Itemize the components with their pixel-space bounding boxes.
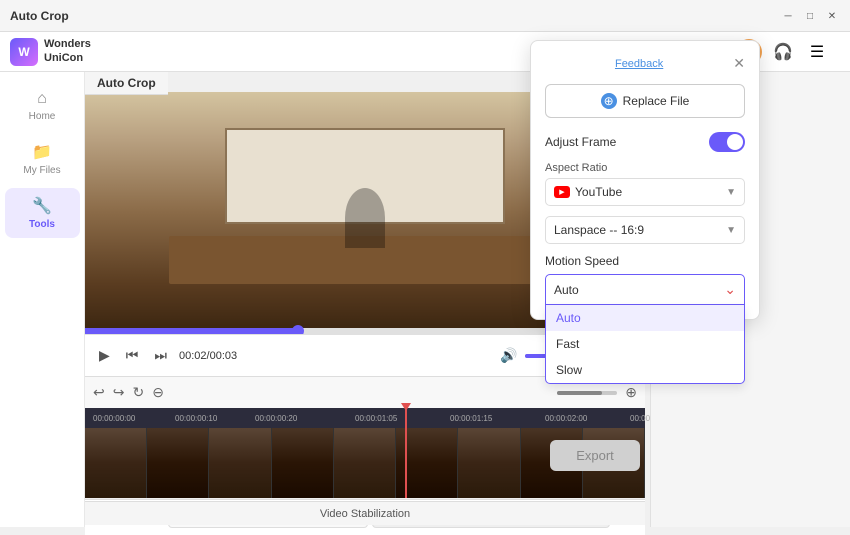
- film-frame-4: [272, 428, 334, 498]
- feedback-bar: Feedback ✕: [545, 55, 745, 72]
- refresh-button[interactable]: ↻: [132, 384, 144, 401]
- close-window-button[interactable]: ✕: [824, 8, 840, 24]
- plus-icon: ⊕: [601, 93, 617, 109]
- youtube-icon: [554, 186, 570, 198]
- aspect-ratio-label: Aspect Ratio: [545, 162, 745, 174]
- app-logo: W Wonders UniCon: [10, 38, 95, 66]
- ruler-label-0: 00:00:00:00: [93, 414, 135, 423]
- replace-file-label: Replace File: [623, 94, 690, 108]
- tools-icon: 🔧: [32, 196, 52, 216]
- window-title: Auto Crop: [10, 9, 69, 23]
- motion-speed-value: Auto: [554, 283, 579, 297]
- bottom-label-text: Video Stabilization: [320, 508, 410, 520]
- aspect-ratio-dropdown[interactable]: YouTube ▼: [545, 178, 745, 206]
- zoom-out-button[interactable]: ⊖: [152, 384, 164, 401]
- timeline-ruler: 00:00:00:00 00:00:00:10 00:00:00:20 00:0…: [85, 408, 645, 428]
- landscape-label: Lanspace -- 16:9: [554, 223, 644, 237]
- feedback-link[interactable]: Feedback: [615, 58, 663, 70]
- motion-speed-trigger[interactable]: Auto ⌄: [545, 274, 745, 305]
- sidebar-item-tools-label: Tools: [29, 219, 55, 230]
- adjust-frame-row: Adjust Frame: [545, 132, 745, 152]
- headphone-icon-button[interactable]: 🎧: [770, 39, 796, 65]
- maximize-button[interactable]: □: [802, 8, 818, 24]
- export-button[interactable]: Export: [550, 440, 640, 471]
- toggle-knob: [727, 134, 743, 150]
- ruler-label-1: 00:00:00:10: [175, 414, 217, 423]
- myfiles-icon: 📁: [32, 142, 52, 162]
- motion-speed-chevron: ⌄: [724, 281, 736, 298]
- film-frame-3: [209, 428, 271, 498]
- prev-frame-button[interactable]: ⏮: [122, 345, 143, 366]
- bottom-label-bar: Video Stabilization: [85, 501, 645, 525]
- sidebar-item-myfiles[interactable]: 📁 My Files: [5, 134, 80, 184]
- redo-button[interactable]: ↪: [113, 384, 125, 401]
- ruler-label-2: 00:00:00:20: [255, 414, 297, 423]
- next-frame-button[interactable]: ⏭: [150, 345, 171, 366]
- film-frame-7: [458, 428, 520, 498]
- sidebar-item-home[interactable]: ⌂ Home: [5, 82, 80, 130]
- film-frame-5: [334, 428, 396, 498]
- ruler-label-5: 00:00:02:00: [545, 414, 587, 423]
- playhead[interactable]: [405, 408, 407, 498]
- sidebar-item-myfiles-label: My Files: [23, 165, 60, 176]
- speed-option-auto[interactable]: Auto: [546, 305, 744, 331]
- zoom-in-button[interactable]: ⊕: [625, 384, 637, 401]
- home-icon: ⌂: [37, 90, 47, 108]
- film-frame-1: [85, 428, 147, 498]
- minimize-button[interactable]: ─: [780, 8, 796, 24]
- film-frame-2: [147, 428, 209, 498]
- replace-file-button[interactable]: ⊕ Replace File: [545, 84, 745, 118]
- ruler-label-3: 00:00:01:05: [355, 414, 397, 423]
- sidebar-item-home-label: Home: [29, 111, 56, 122]
- menu-button[interactable]: ☰: [804, 39, 830, 65]
- sidebar: ⌂ Home 📁 My Files 🔧 Tools: [0, 72, 85, 527]
- logo-icon: W: [10, 38, 38, 66]
- aspect-ratio-section: Aspect Ratio YouTube ▼: [545, 162, 745, 206]
- auto-crop-panel: Feedback ✕ ⊕ Replace File Adjust Frame A…: [530, 40, 760, 320]
- landscape-chevron: ▼: [726, 225, 736, 236]
- motion-speed-section: Motion Speed Auto ⌄ Auto Fast Slow: [545, 254, 745, 305]
- landscape-section: Lanspace -- 16:9 ▼: [545, 216, 745, 244]
- zoom-slider[interactable]: [557, 391, 617, 395]
- speed-option-fast[interactable]: Fast: [546, 331, 744, 357]
- ruler-label-4: 00:00:01:15: [450, 414, 492, 423]
- undo-button[interactable]: ↩: [93, 384, 105, 401]
- play-button[interactable]: ▶: [95, 345, 114, 366]
- sidebar-item-tools[interactable]: 🔧 Tools: [5, 188, 80, 238]
- volume-icon-button[interactable]: 🔊: [496, 345, 521, 366]
- app-name: Wonders UniCon: [44, 38, 91, 64]
- youtube-label: YouTube: [575, 185, 622, 199]
- motion-speed-dropdown-open: Auto ⌄ Auto Fast Slow: [545, 274, 745, 305]
- time-display: 00:02/00:03: [179, 350, 237, 362]
- landscape-dropdown[interactable]: Lanspace -- 16:9 ▼: [545, 216, 745, 244]
- close-panel-button[interactable]: ✕: [733, 55, 745, 72]
- motion-speed-dropdown-list: Auto Fast Slow: [545, 305, 745, 384]
- panel-title: Auto Crop: [85, 72, 168, 95]
- adjust-frame-toggle[interactable]: [709, 132, 745, 152]
- aspect-ratio-chevron: ▼: [726, 187, 736, 198]
- motion-speed-label: Motion Speed: [545, 254, 745, 268]
- person-silhouette: [345, 188, 385, 248]
- speed-option-slow[interactable]: Slow: [546, 357, 744, 383]
- adjust-frame-label: Adjust Frame: [545, 135, 616, 149]
